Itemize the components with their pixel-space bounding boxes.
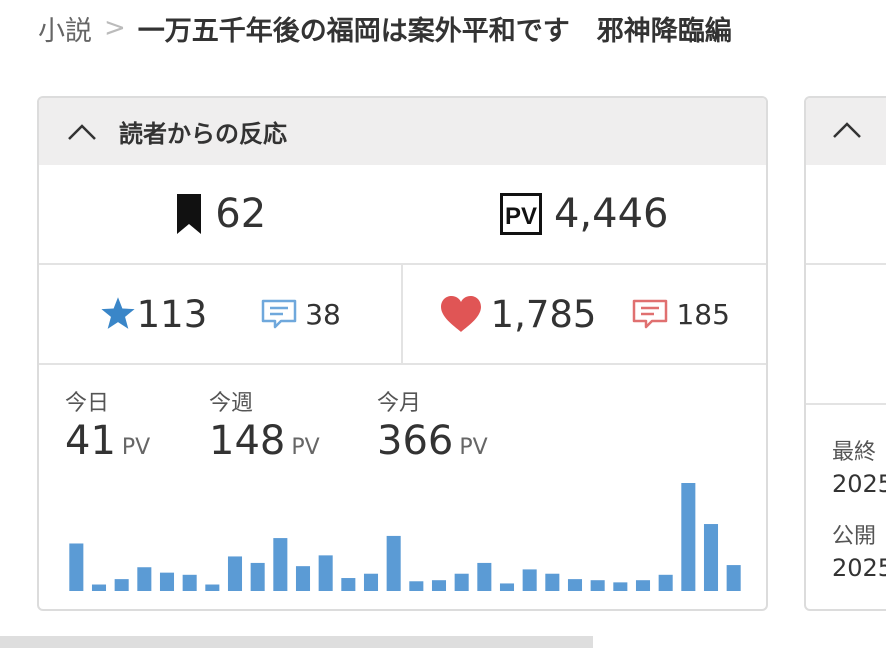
bookmark-count: 62: [215, 191, 267, 237]
pv-total-count: 4,446: [553, 191, 669, 237]
pv-bar: [137, 567, 152, 591]
pv-bar-chart: [69, 483, 741, 591]
pv-week-unit: PV: [291, 435, 320, 460]
pv-bar: [454, 573, 469, 591]
reactions-row: 113 38 1,785 185: [39, 265, 766, 365]
horizontal-scrollbar[interactable]: [0, 636, 593, 648]
pv-today-label: 今日: [65, 391, 110, 416]
pv-bar: [205, 584, 220, 591]
star-section: 113 38: [39, 265, 403, 363]
pv-month-value: 366: [377, 418, 454, 464]
breadcrumb-separator: >: [104, 13, 126, 43]
pv-today: 今日 41 PV: [65, 385, 150, 472]
work-info-card: 最終 2025 公開 2025: [804, 96, 886, 611]
pv-bar: [386, 535, 401, 591]
pv-bar: [182, 574, 197, 591]
star-comment-count: 38: [305, 297, 341, 331]
pv-bar: [522, 569, 537, 591]
bookmark-icon: [175, 194, 203, 234]
pv-bar: [295, 566, 311, 591]
star-count: 113: [136, 292, 208, 336]
pv-bar: [658, 574, 673, 591]
published-label: 公開: [832, 524, 877, 549]
pv-bar: [318, 555, 333, 591]
star-stat[interactable]: 113: [99, 292, 208, 336]
comment-icon: [632, 299, 668, 329]
pv-bar: [341, 578, 356, 591]
pv-today-value: 41: [65, 418, 116, 464]
last-updated-label: 最終: [832, 440, 877, 465]
published-value: 2025: [832, 554, 886, 582]
side-divider: [806, 265, 886, 405]
pv-bar: [409, 581, 424, 591]
reader-reactions-card: 読者からの反応 62 PV 4,446 113 38 1,785 185 今日 …: [37, 96, 768, 611]
pv-bar: [499, 583, 515, 591]
reactions-header-title: 読者からの反応: [119, 120, 287, 148]
pv-total-stat: PV 4,446: [403, 191, 767, 237]
pv-bar: [681, 483, 696, 591]
svg-text:PV: PV: [505, 203, 537, 230]
pv-period-section: 今日 41 PV 今週 148 PV 今月 366 PV: [39, 365, 766, 609]
pv-bar: [477, 562, 492, 591]
pv-bar: [114, 579, 129, 591]
pv-bar: [703, 524, 719, 591]
pv-month-label: 今月: [377, 391, 422, 416]
pv-bar: [69, 543, 84, 591]
pv-bar: [635, 580, 651, 591]
chevron-up-icon[interactable]: [65, 115, 99, 149]
chevron-up-icon[interactable]: [832, 121, 862, 143]
pv-bar: [363, 573, 379, 591]
breadcrumb-root-link[interactable]: 小説: [38, 9, 92, 48]
star-comment-stat[interactable]: 38: [261, 298, 341, 331]
star-icon: [99, 296, 137, 332]
pv-bar: [590, 580, 605, 591]
side-divider: [806, 165, 886, 265]
pv-week: 今週 148 PV: [209, 385, 320, 472]
like-section: 1,785 185: [403, 265, 767, 363]
reactions-header[interactable]: 読者からの反応: [39, 98, 766, 165]
pv-bar: [431, 580, 447, 591]
like-comment-stat[interactable]: 185: [632, 297, 730, 331]
pv-bar: [227, 556, 243, 591]
pv-bar: [613, 582, 628, 591]
like-stat[interactable]: 1,785: [439, 292, 597, 336]
breadcrumb: 小説 > 一万五千年後の福岡は案外平和です 邪神降臨編: [38, 8, 732, 48]
heart-icon: [439, 295, 483, 333]
pv-bar: [726, 565, 741, 591]
pv-bar: [250, 562, 265, 591]
pv-bar: [273, 538, 288, 591]
bookmark-stat: 62: [39, 191, 403, 237]
pv-icon: PV: [499, 193, 542, 235]
pv-bar: [545, 573, 560, 591]
pv-week-label: 今週: [209, 391, 254, 416]
pv-month: 今月 366 PV: [377, 385, 488, 472]
work-info-header[interactable]: [806, 98, 886, 165]
breadcrumb-title-link[interactable]: 一万五千年後の福岡は案外平和です 邪神降臨編: [138, 9, 732, 48]
pv-month-unit: PV: [459, 435, 488, 460]
pv-bar: [159, 572, 175, 591]
pv-week-value: 148: [209, 418, 286, 464]
pv-bar: [567, 579, 583, 591]
totals-row: 62 PV 4,446: [39, 165, 766, 265]
last-updated-value: 2025: [832, 470, 886, 498]
comment-icon: [261, 299, 297, 329]
like-count: 1,785: [490, 292, 597, 336]
pv-today-unit: PV: [121, 435, 151, 460]
like-comment-count: 185: [676, 297, 730, 331]
pv-bar: [91, 584, 107, 591]
